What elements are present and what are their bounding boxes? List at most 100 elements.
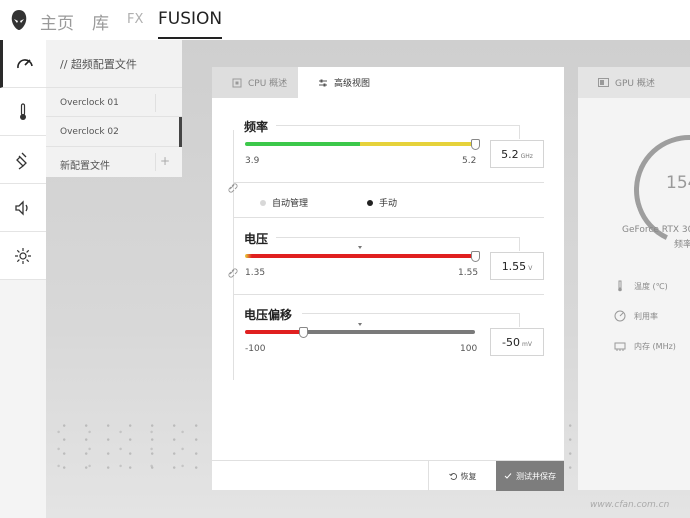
power-plug-icon — [16, 152, 27, 170]
gpu-overview-card: GPU 概述 154 GeForce RTX 306 频率 温度 (℃) 利用率… — [578, 67, 690, 490]
section-divider — [276, 125, 520, 126]
sliders-icon — [319, 79, 327, 86]
undo-icon — [448, 473, 457, 480]
cpu-icon — [232, 78, 242, 87]
link-icon[interactable] — [228, 268, 238, 278]
nav-fusion[interactable]: FUSION — [158, 9, 223, 39]
frequency-slider-thumb[interactable] — [471, 139, 480, 150]
profiles-heading: // 超频配置文件 — [60, 58, 137, 71]
section-divider — [519, 313, 520, 327]
gpu-stat-temperature: 温度 (℃) — [614, 280, 668, 292]
thermometer-icon — [618, 280, 622, 292]
watermark: www.cfan.com.cn — [590, 500, 670, 510]
speaker-icon — [15, 199, 28, 216]
gpu-stat-label: 内存 (MHz) — [634, 341, 676, 351]
sidebar-item-power[interactable] — [0, 136, 46, 184]
frequency-value-field[interactable]: 5.2 GHz — [490, 140, 544, 168]
section-divider — [233, 294, 544, 295]
card-action-bar: 恢复 测试并保存 — [212, 460, 564, 491]
gpu-stat-label: 温度 (℃) — [634, 281, 668, 291]
card-tabs: CPU 概述 高级视图 — [212, 67, 564, 98]
section-divider — [519, 125, 520, 139]
voltage-offset-title: 电压偏移 — [244, 308, 293, 322]
section-divider — [519, 237, 520, 251]
tab-strip-filler — [394, 67, 564, 98]
frequency-slider-track[interactable] — [245, 142, 475, 146]
gpu-stat-utilization: 利用率 — [614, 310, 658, 322]
check-icon — [504, 473, 512, 479]
frequency-max-label: 5.2 — [462, 156, 477, 166]
profile-item-overclock-02[interactable]: Overclock 02 — [46, 117, 182, 147]
sidebar-item-lighting[interactable] — [0, 232, 46, 280]
memory-icon — [614, 342, 626, 351]
voltage-value-field[interactable]: 1.55 V — [490, 252, 544, 280]
profile-item-label: 新配置文件 — [60, 161, 110, 172]
cpu-settings-card: CPU 概述 高级视图 频率 3.9 5.2 5.2 GHz 自动管理 手动 电… — [212, 67, 564, 491]
frequency-title: 频率 — [244, 120, 269, 134]
gpu-gauge-label: 频率 — [674, 240, 690, 250]
section-divider — [302, 313, 520, 314]
tab-label: 高级视图 — [334, 79, 371, 89]
frequency-unit: GHz — [520, 153, 533, 160]
row-divider — [155, 94, 156, 112]
row-divider — [155, 153, 156, 171]
voltage-offset-min-label: -100 — [245, 344, 266, 354]
add-profile-icon[interactable]: + — [160, 154, 170, 168]
mode-option-label: 手动 — [379, 199, 398, 209]
voltage-title: 电压 — [244, 232, 269, 246]
link-icon[interactable] — [228, 183, 238, 193]
radio-dot — [260, 199, 266, 206]
tab-cpu-overview[interactable]: CPU 概述 — [212, 67, 298, 98]
profile-item-overclock-01[interactable]: Overclock 01 — [46, 87, 182, 117]
restore-label: 恢复 — [460, 471, 477, 481]
nav-fx[interactable]: FX — [127, 12, 143, 27]
voltage-max-label: 1.55 — [458, 268, 479, 278]
default-marker — [358, 246, 362, 249]
frequency-value: 5.2 — [501, 148, 519, 161]
voltage-offset-value: -50 — [502, 336, 520, 349]
connector-line — [233, 130, 234, 380]
tab-label: CPU 概述 — [248, 79, 288, 89]
gpu-stat-label: 利用率 — [634, 311, 658, 321]
gpu-model-name: GeForce RTX 306 — [622, 225, 690, 235]
nav-home[interactable]: 主页 — [40, 9, 74, 34]
frequency-min-label: 3.9 — [245, 156, 260, 166]
voltage-slider-thumb[interactable] — [471, 251, 480, 262]
mode-option-auto[interactable]: 自动管理 — [260, 196, 308, 209]
top-navigation-bar: 主页 库 FX FUSION — [0, 0, 690, 40]
alienware-logo-icon — [11, 10, 27, 30]
profile-item-label: Overclock 01 — [60, 98, 119, 108]
overclock-profiles-panel: // 超频配置文件 Overclock 01 Overclock 02 新配置文… — [46, 40, 182, 177]
mode-option-label: 自动管理 — [272, 199, 309, 209]
nav-library[interactable]: 库 — [92, 9, 109, 34]
section-divider — [276, 237, 520, 238]
section-divider — [233, 217, 544, 218]
restore-button[interactable]: 恢复 — [428, 461, 496, 491]
gpu-icon — [598, 78, 609, 87]
profile-item-label: Overclock 02 — [60, 127, 119, 137]
sidebar-item-audio[interactable] — [0, 184, 46, 232]
test-and-save-label: 测试并保存 — [516, 471, 556, 481]
tab-gpu-overview[interactable]: GPU 概述 — [578, 67, 690, 98]
sidebar-rail — [0, 40, 46, 518]
voltage-offset-slider-thumb[interactable] — [298, 327, 308, 338]
mode-option-manual[interactable]: 手动 — [367, 196, 397, 209]
voltage-value: 1.55 — [501, 260, 527, 273]
voltage-offset-unit: mV — [522, 341, 532, 348]
tab-label: GPU 概述 — [615, 79, 655, 89]
voltage-offset-max-label: 100 — [460, 344, 478, 354]
sidebar-item-overclock[interactable] — [0, 40, 46, 88]
gauge-icon — [16, 58, 33, 68]
test-and-save-button[interactable]: 测试并保存 — [496, 461, 564, 491]
voltage-slider-track[interactable] — [245, 254, 475, 258]
section-divider — [233, 182, 544, 183]
voltage-min-label: 1.35 — [245, 268, 266, 278]
voltage-offset-value-field[interactable]: -50 mV — [490, 328, 544, 356]
profile-item-new[interactable]: 新配置文件 + — [46, 147, 182, 177]
thermometer-icon — [20, 102, 26, 120]
sidebar-item-thermal[interactable] — [0, 88, 46, 136]
tab-advanced-view[interactable]: 高级视图 — [298, 67, 394, 98]
default-marker — [358, 323, 362, 326]
gpu-stat-memory: 内存 (MHz) — [614, 340, 676, 352]
voltage-offset-slider-track[interactable] — [245, 330, 475, 334]
